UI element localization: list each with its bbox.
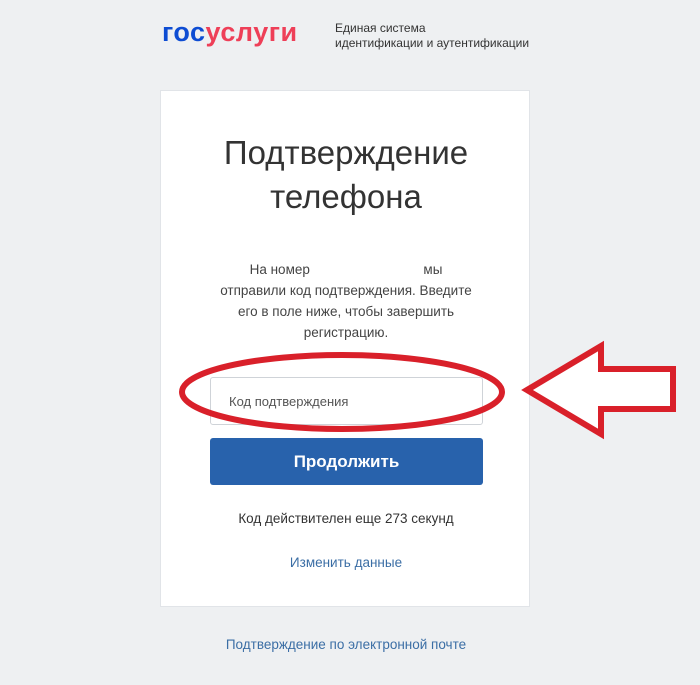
email-confirmation-link[interactable]: Подтверждение по электронной почте: [0, 637, 692, 652]
desc-prefix: На номер: [249, 262, 310, 277]
logo-part-uslugi: услуги: [205, 17, 298, 47]
desc-line-1: На номер мы: [211, 259, 481, 280]
header: госуслуги Единая система идентификации и…: [0, 0, 700, 70]
tagline-line-1: Единая система: [335, 21, 426, 35]
desc-line-4: регистрацию.: [303, 325, 389, 340]
code-timer: Код действителен еще 273 секунд: [238, 511, 454, 526]
code-input[interactable]: [210, 377, 483, 425]
hidden-phone-number: [314, 264, 420, 276]
tagline-line-2: идентификации и аутентификации: [335, 36, 530, 50]
gosuslugi-logo[interactable]: госуслуги: [162, 17, 298, 48]
change-data-link[interactable]: Изменить данные: [161, 555, 531, 570]
header-tagline: Единая система идентификации и аутентифи…: [335, 21, 545, 51]
desc-line-3: его в поле ниже, чтобы завершить: [237, 304, 455, 319]
title-line-1: Подтверждение: [223, 134, 469, 171]
desc-line-2: отправили код подтверждения. Введите: [220, 283, 472, 298]
logo-part-gos: гос: [162, 17, 206, 47]
confirmation-card: Подтверждение телефона На номер мы отпра…: [160, 90, 530, 607]
title-line-2: телефона: [270, 178, 422, 215]
page-title: Подтверждение телефона: [161, 131, 531, 219]
continue-button[interactable]: Продолжить: [210, 438, 483, 485]
annotation-arrow-icon: [521, 340, 676, 440]
sms-description: На номер мы отправили код подтверждения.…: [211, 259, 481, 343]
desc-suffix: мы: [423, 262, 443, 277]
